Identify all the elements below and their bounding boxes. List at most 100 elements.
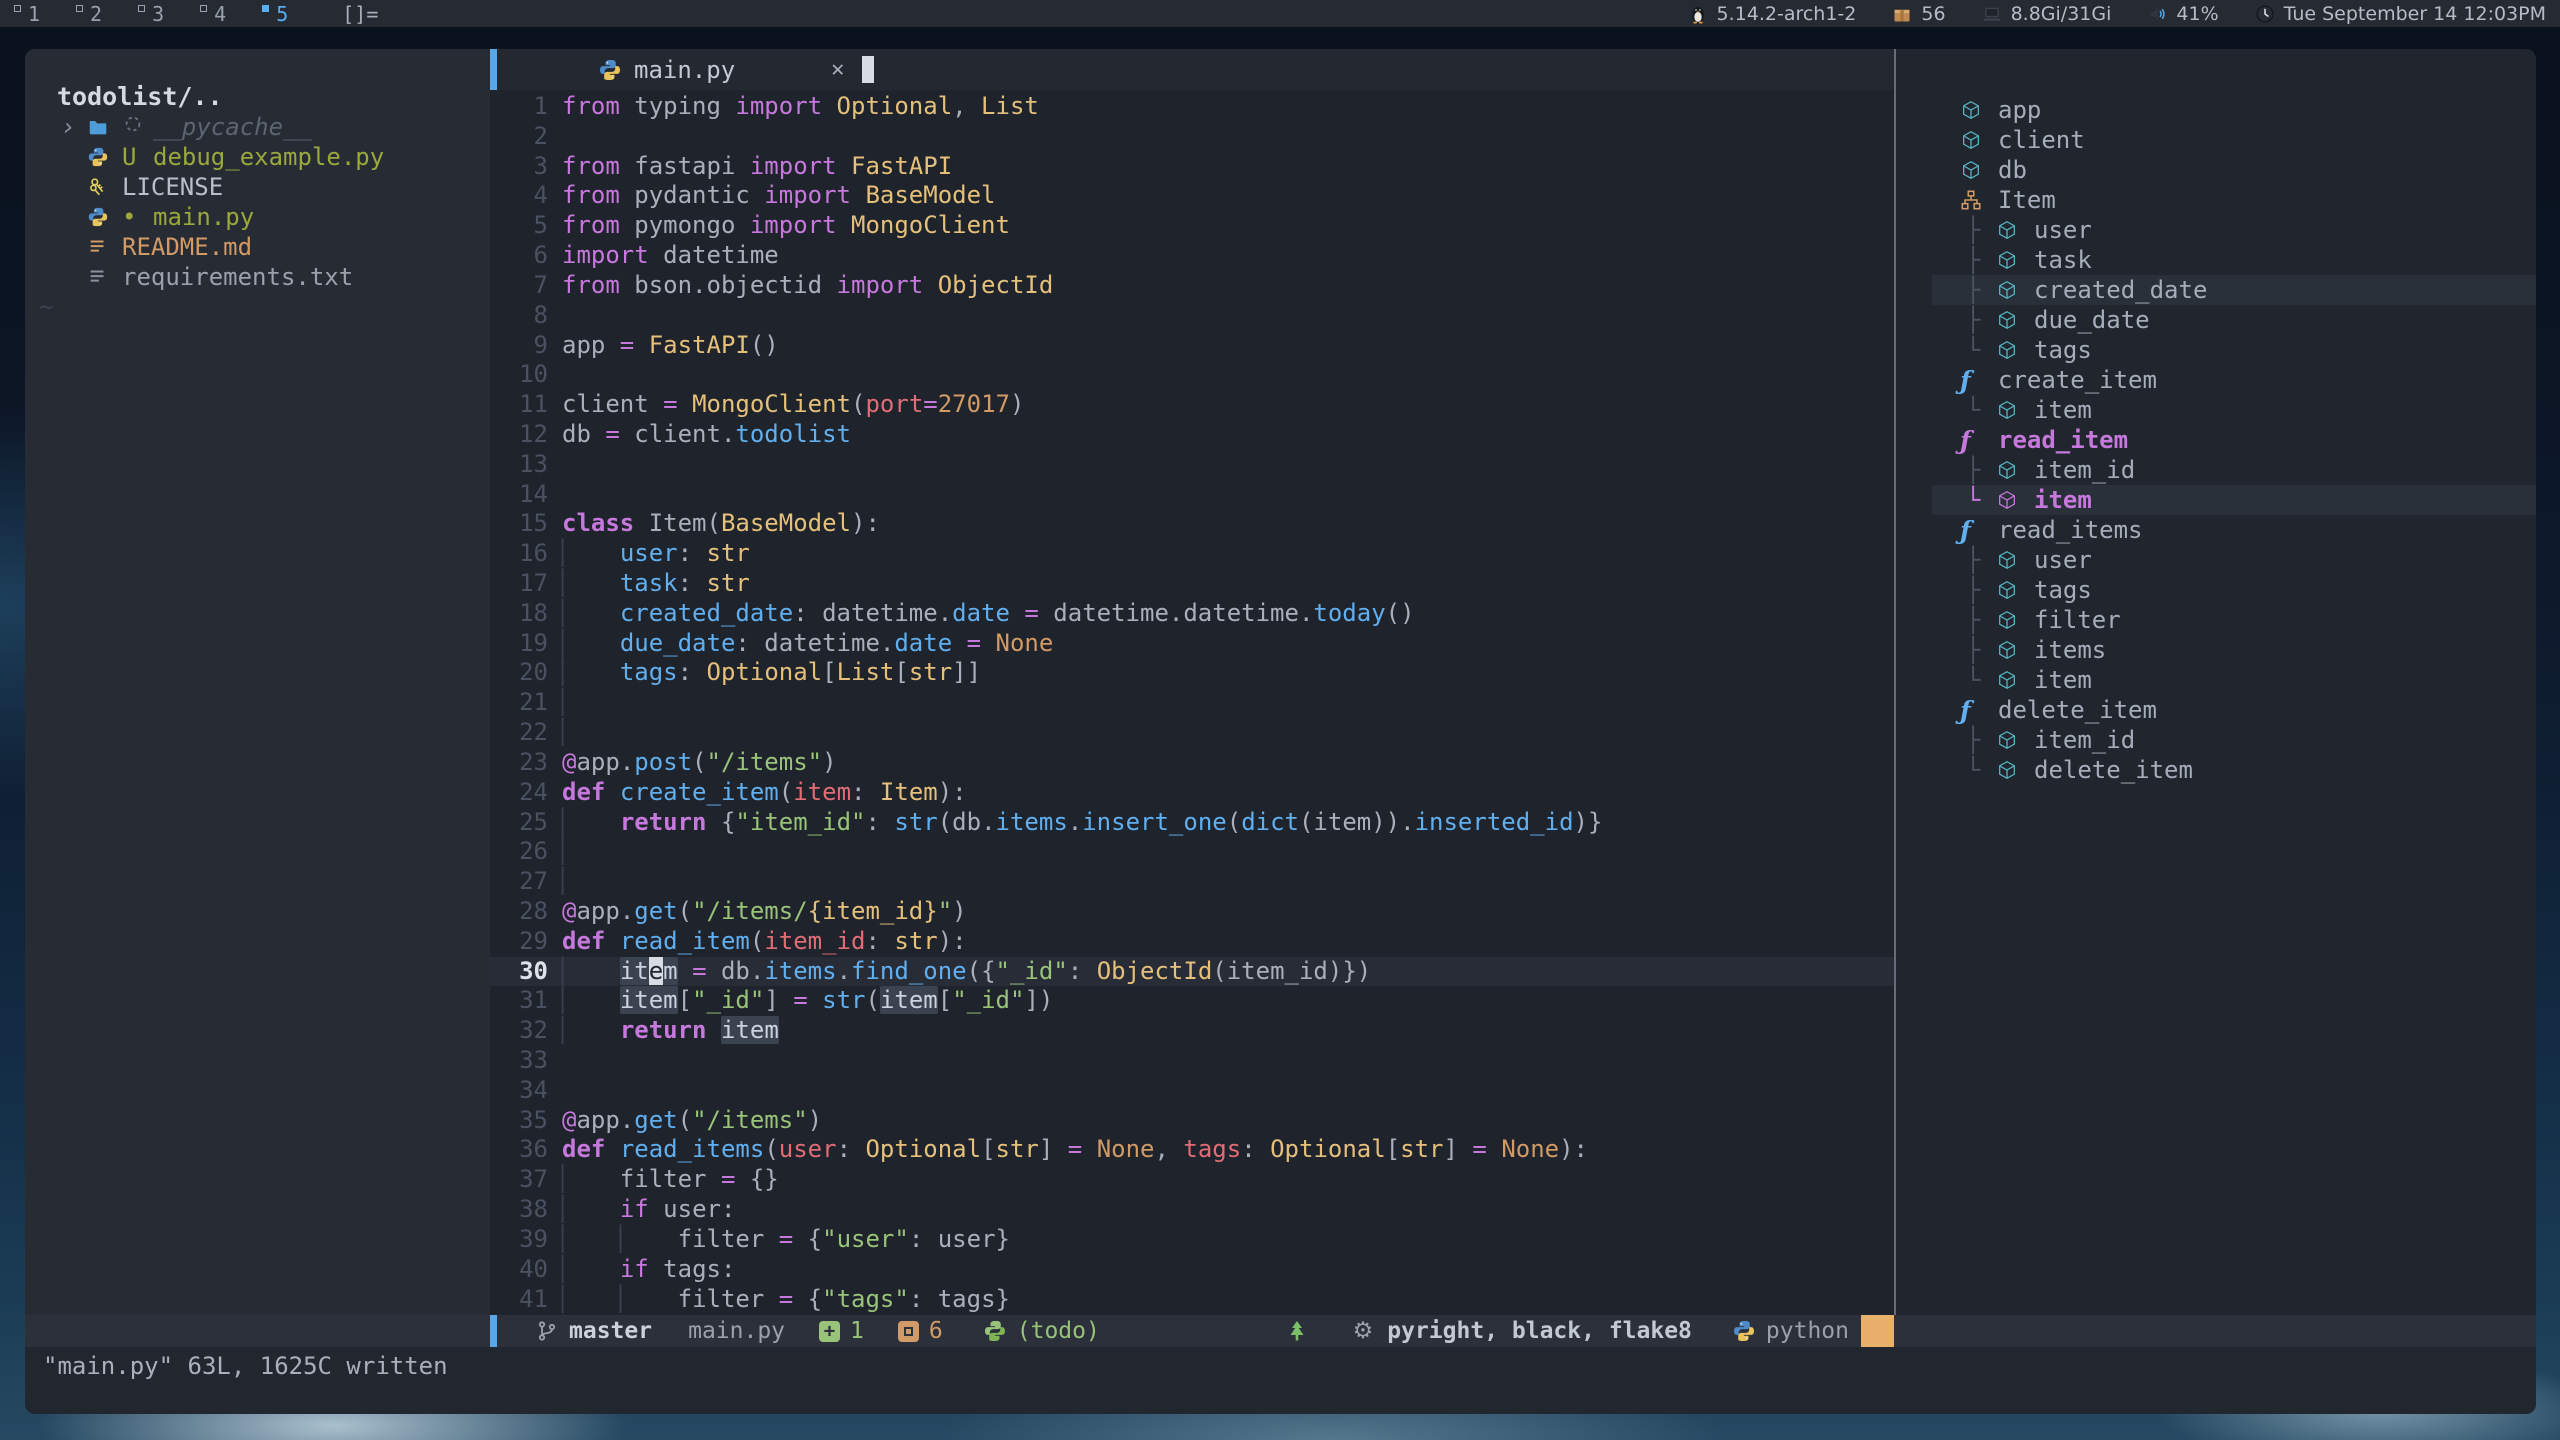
tag-app[interactable]: app [1896,95,2536,125]
tag-create_item[interactable]: ƒcreate_item [1896,365,2536,395]
code-line-28[interactable]: 28@app.get("/items/{item_id}") [490,897,1894,927]
line-number: 7 [490,271,562,301]
code-line-29[interactable]: 29def read_item(item_id: str): [490,927,1894,957]
tag-client[interactable]: client [1896,125,2536,155]
line-text: from fastapi import FastAPI [562,152,952,182]
tag-read_items[interactable]: ƒread_items [1896,515,2536,545]
code-line-25[interactable]: 25▏ return {"item_id": str(db.items.inse… [490,808,1894,838]
workspace-4[interactable]: 4 [200,2,226,26]
code-line-1[interactable]: 1from typing import Optional, List [490,92,1894,122]
code-token [634,331,648,359]
tag-task[interactable]: ├task [1896,245,2536,275]
code-line-40[interactable]: 40▏ if tags: [490,1255,1894,1285]
tab-main-py[interactable]: main.py ✕ [598,56,844,84]
workspace-5[interactable]: 5 [262,2,288,26]
code-token: fastapi [620,152,750,180]
tag-item[interactable]: └item [1896,485,2536,515]
code-line-16[interactable]: 16▏ user: str [490,539,1894,569]
tag-delete_item[interactable]: └delete_item [1896,755,2536,785]
code-line-18[interactable]: 18▏ created_date: datetime.date = dateti… [490,599,1894,629]
code-line-36[interactable]: 36def read_items(user: Optional[str] = N… [490,1135,1894,1165]
code-line-34[interactable]: 34 [490,1076,1894,1106]
code-line-7[interactable]: 7from bson.objectid import ObjectId [490,271,1894,301]
tag-tags[interactable]: └tags [1896,335,2536,365]
code-line-27[interactable]: 27▏ [490,867,1894,897]
file-tree-root[interactable]: todolist/.. [25,82,490,112]
tag-delete_item[interactable]: ƒdelete_item [1896,695,2536,725]
code-line-19[interactable]: 19▏ due_date: datetime.date = None [490,629,1894,659]
tag-created_date[interactable]: ├created_date [1896,275,2536,305]
code-line-20[interactable]: 20▏ tags: Optional[List[str]] [490,658,1894,688]
tab-label: main.py [634,56,735,84]
code-token: List [967,92,1039,120]
file-name: README.md [122,233,252,261]
tree-connector: └ [1966,666,1996,694]
code-token: ( [1227,808,1241,836]
workspace-3[interactable]: 3 [138,2,164,26]
code-line-15[interactable]: 15class Item(BaseModel): [490,509,1894,539]
code-line-38[interactable]: 38▏ if user: [490,1195,1894,1225]
tag-read_item[interactable]: ƒread_item [1896,425,2536,455]
code-line-17[interactable]: 17▏ task: str [490,569,1894,599]
code-line-13[interactable]: 13 [490,450,1894,480]
tag-user[interactable]: ├user [1896,215,2536,245]
tab-close-button[interactable]: ✕ [831,57,844,82]
tree-item-main.py[interactable]: •main.py [25,202,490,232]
tag-tags[interactable]: ├tags [1896,575,2536,605]
code-token: Optional [822,92,952,120]
code-line-23[interactable]: 23@app.post("/items") [490,748,1894,778]
code-line-32[interactable]: 32▏ return item [490,1016,1894,1046]
code-token: ▏ [562,569,576,597]
tree-item-LICENSE[interactable]: LICENSE [25,172,490,202]
code-line-11[interactable]: 11client = MongoClient(port=27017) [490,390,1894,420]
tree-item-README.md[interactable]: README.md [25,232,490,262]
tag-db[interactable]: db [1896,155,2536,185]
tag-item_id[interactable]: ├item_id [1896,455,2536,485]
tag-filter[interactable]: ├filter [1896,605,2536,635]
code-line-6[interactable]: 6import datetime [490,241,1894,271]
function-icon: ƒ [1960,696,1990,725]
tag-item_id[interactable]: ├item_id [1896,725,2536,755]
git-status-char: U [122,143,153,171]
code-line-33[interactable]: 33 [490,1046,1894,1076]
code-line-5[interactable]: 5from pymongo import MongoClient [490,211,1894,241]
code-line-26[interactable]: 26▏ [490,837,1894,867]
code-line-22[interactable]: 22▏ [490,718,1894,748]
code-token: str [894,808,937,836]
tree-item-debug_example.py[interactable]: Udebug_example.py [25,142,490,172]
code-line-8[interactable]: 8 [490,301,1894,331]
code-token: { [707,808,736,836]
code-line-39[interactable]: 39▏ ▏ filter = {"user": user} [490,1225,1894,1255]
tag-user[interactable]: ├user [1896,545,2536,575]
code-line-9[interactable]: 9app = FastAPI() [490,331,1894,361]
code-line-10[interactable]: 10 [490,360,1894,390]
tree-item-requirements.txt[interactable]: requirements.txt [25,262,490,292]
code-line-2[interactable]: 2 [490,122,1894,152]
code-line-24[interactable]: 24def create_item(item: Item): [490,778,1894,808]
code-token: None [1501,1135,1559,1163]
workspace-2[interactable]: 2 [76,2,102,26]
chevron-right-icon[interactable]: › [61,113,87,141]
code-token: FastAPI [649,331,750,359]
code-line-4[interactable]: 4from pydantic import BaseModel [490,181,1894,211]
tag-due_date[interactable]: ├due_date [1896,305,2536,335]
code-line-41[interactable]: 41▏ ▏ filter = {"tags": tags} [490,1285,1894,1315]
tag-item[interactable]: └item [1896,395,2536,425]
tag-items[interactable]: ├items [1896,635,2536,665]
workspace-1[interactable]: 1 [14,2,40,26]
code-line-30[interactable]: 30▏ item = db.items.find_one({"_id": Obj… [490,957,1894,987]
code-line-3[interactable]: 3from fastapi import FastAPI [490,152,1894,182]
tag-Item[interactable]: Item [1896,185,2536,215]
code-line-12[interactable]: 12db = client.todolist [490,420,1894,450]
git-changed-icon [898,1321,919,1342]
code-token: ▏ [562,808,576,836]
code-line-14[interactable]: 14 [490,480,1894,510]
code-buffer[interactable]: 1from typing import Optional, List23from… [490,90,1894,1315]
code-line-31[interactable]: 31▏ item["_id"] = str(item["_id"]) [490,986,1894,1016]
code-line-21[interactable]: 21▏ [490,688,1894,718]
tree-item-__pycache__[interactable]: ›__pycache__ [25,112,490,142]
code-line-37[interactable]: 37▏ filter = {} [490,1165,1894,1195]
tag-item[interactable]: └item [1896,665,2536,695]
code-token [576,539,619,567]
code-line-35[interactable]: 35@app.get("/items") [490,1106,1894,1136]
